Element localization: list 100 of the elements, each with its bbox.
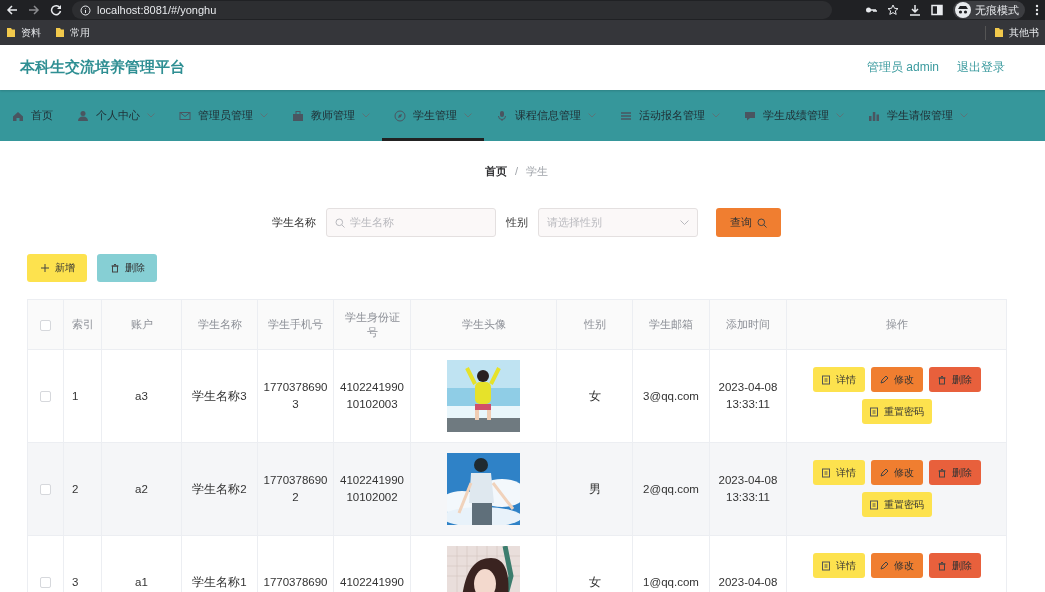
column-header: 性别	[583, 318, 606, 330]
document-icon	[869, 499, 879, 510]
user-label: 管理员 admin	[866, 59, 939, 76]
search-button[interactable]: 查询	[716, 208, 781, 237]
table-cell-text: a2	[135, 481, 148, 497]
checkbox[interactable]	[40, 483, 51, 495]
pencil-icon	[879, 467, 889, 478]
bookmark[interactable]: 资料	[21, 25, 41, 40]
document-icon	[821, 467, 831, 478]
nav-tab[interactable]: 学生成绩管理	[732, 90, 856, 141]
sidebar-icon[interactable]	[931, 4, 943, 16]
table-cell-text: 女	[588, 574, 601, 590]
nav-tab[interactable]: 个人中心	[65, 90, 167, 141]
plus-icon	[39, 263, 50, 273]
delete-button[interactable]: 删除	[97, 254, 157, 282]
checkbox[interactable]	[40, 319, 51, 331]
detail-button[interactable]: 详情	[812, 553, 865, 578]
nav-tab[interactable]: 管理员管理	[167, 90, 280, 141]
table-cell-text: 17703786903	[262, 380, 329, 412]
search-icon	[757, 217, 767, 228]
folder-icon	[994, 27, 1004, 38]
edit-button[interactable]: 修改	[870, 367, 923, 392]
delete-button[interactable]: 删除	[928, 553, 981, 578]
nav-icon	[496, 109, 508, 122]
profile-chip[interactable]: 无痕模式	[953, 1, 1025, 19]
column-header: 学生头像	[461, 318, 506, 330]
nav-tab[interactable]: 首页	[0, 90, 65, 141]
table-cell-text: 1	[72, 388, 79, 404]
bookmark[interactable]: 其他书	[1009, 25, 1039, 40]
nav-icon	[868, 109, 880, 122]
table-cell-text: 2	[72, 481, 79, 497]
back-icon[interactable]	[6, 4, 18, 16]
table-cell-text: 410224199010102003	[339, 380, 405, 412]
folder-icon	[55, 27, 65, 38]
forward-icon[interactable]	[28, 4, 40, 16]
table-cell-text: a3	[135, 388, 148, 404]
column-header: 学生邮箱	[649, 318, 693, 330]
detail-button[interactable]: 详情	[812, 367, 865, 392]
breadcrumb-item[interactable]: 首页	[484, 163, 507, 179]
star-icon[interactable]	[887, 4, 899, 16]
nav-icon	[292, 109, 304, 122]
more-icon[interactable]	[1035, 4, 1039, 16]
checkbox[interactable]	[40, 390, 51, 402]
search-icon	[335, 217, 345, 228]
table-cell-text: 1770378690	[263, 574, 328, 590]
table-cell-text: 2023-04-08	[718, 574, 778, 590]
nav-tab[interactable]: 活动报名管理	[608, 90, 732, 141]
nav-tab[interactable]: 学生管理	[382, 90, 484, 141]
reset-password-button[interactable]: 重置密码	[861, 492, 932, 517]
logout-link[interactable]: 退出登录	[957, 59, 1005, 76]
table-cell-text: 2023-04-08 13:33:11	[717, 473, 779, 505]
nav-icon	[394, 109, 406, 122]
table-cell-text: 3	[72, 574, 79, 590]
folder-icon	[6, 27, 16, 38]
table-cell-text: 2023-04-08 13:33:11	[717, 380, 779, 412]
document-icon	[821, 374, 831, 385]
trash-icon	[937, 560, 947, 571]
table-cell-text: a1	[135, 574, 148, 590]
download-icon[interactable]	[909, 4, 921, 16]
trash-icon	[109, 263, 120, 273]
nav-tab[interactable]: 学生请假管理	[856, 90, 980, 141]
info-icon	[80, 4, 91, 16]
table-cell-text: 410224199010102002	[339, 473, 405, 505]
document-icon	[821, 560, 831, 571]
table-cell-text: 学生名称3	[192, 388, 247, 404]
delete-button[interactable]: 删除	[928, 460, 981, 485]
bookmark[interactable]: 常用	[70, 25, 90, 40]
column-header: 学生名称	[197, 318, 242, 330]
reset-password-button[interactable]: 重置密码	[861, 399, 932, 424]
nav-tab[interactable]: 教师管理	[280, 90, 382, 141]
profile-label: 无痕模式	[975, 2, 1019, 18]
nav-tab[interactable]: 课程信息管理	[484, 90, 608, 141]
column-header: 学生手机号	[268, 318, 323, 330]
table-cell-text: 男	[588, 481, 601, 497]
nav-icon	[620, 109, 632, 122]
column-header: 添加时间	[726, 318, 770, 330]
reload-icon[interactable]	[50, 4, 62, 16]
url-text: localhost:8081/#/yonghu	[97, 4, 217, 16]
field-label: 学生名称	[272, 215, 316, 230]
column-header: 索引	[71, 318, 94, 330]
edit-button[interactable]: 修改	[870, 460, 923, 485]
table-cell-text: 学生名称2	[192, 481, 247, 497]
table-cell-text: 女	[588, 388, 601, 404]
nav-icon	[12, 109, 24, 122]
table-cell-text: 3@qq.com	[643, 388, 699, 404]
app-title: 本科生交流培养管理平台	[20, 58, 185, 77]
document-icon	[869, 406, 879, 417]
trash-icon	[937, 467, 947, 478]
table-cell-text: 17703786902	[262, 473, 329, 505]
delete-button[interactable]: 删除	[928, 367, 981, 392]
pencil-icon	[879, 560, 889, 571]
edit-button[interactable]: 修改	[870, 553, 923, 578]
detail-button[interactable]: 详情	[812, 460, 865, 485]
add-button[interactable]: 新增	[27, 254, 87, 282]
checkbox[interactable]	[40, 576, 51, 588]
table-cell-text: 4102241990	[340, 574, 404, 590]
column-header: 操作	[885, 318, 908, 330]
address-bar[interactable]: localhost:8081/#/yonghu	[72, 1, 832, 19]
field-label: 性别	[506, 215, 528, 230]
table-cell-text: 2@qq.com	[643, 481, 699, 497]
